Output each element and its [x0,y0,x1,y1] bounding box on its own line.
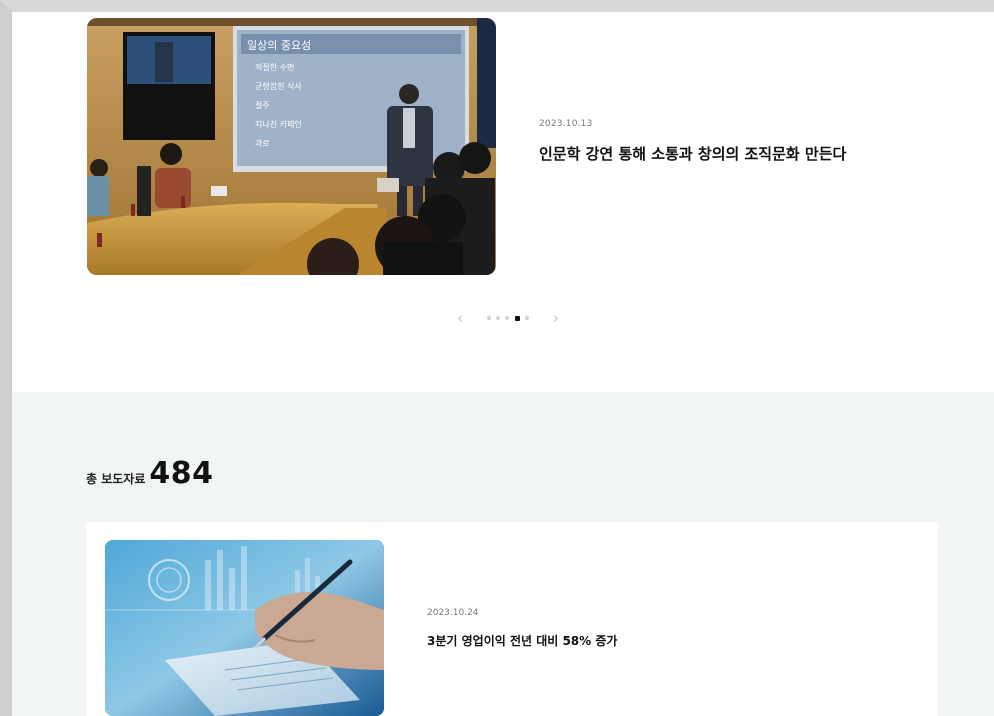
featured-slide-image[interactable]: 일상의 중요성 적절한 수면 균형잡힌 식사 절주 지나친 카페인 과로 [87,18,496,275]
pagination-dots [487,315,539,322]
screen-bullet: 과로 [255,139,270,148]
press-release-section: 총 보도자료 484 2023.10.24 3분기 영업이익 전년 대비 58%… [12,392,994,716]
carousel-pager: ‹ › [457,310,567,326]
finance-photo [105,540,384,716]
press-item-date: 2023.10.24 [427,608,479,618]
press-total: 총 보도자료 484 [86,456,214,491]
featured-carousel: 일상의 중요성 적절한 수면 균형잡힌 식사 절주 지나친 카페인 과로 202… [12,12,994,392]
pagination-dot[interactable] [496,316,500,320]
screen-bullet: 적절한 수면 [255,62,294,72]
screen-bullet: 지나친 카페인 [255,119,302,129]
browser-frame: 일상의 중요성 적절한 수면 균형잡힌 식사 절주 지나친 카페인 과로 202… [0,0,994,716]
featured-slide-date: 2023.10.13 [539,119,593,129]
pagination-dot-active[interactable] [515,315,520,321]
screen-title: 일상의 중요성 [247,38,311,52]
press-item-title[interactable]: 3분기 영업이익 전년 대비 58% 증가 [427,632,617,649]
pagination-dot[interactable] [505,316,509,320]
chevron-left-icon[interactable]: ‹ [457,310,463,326]
screen-bullet: 균형잡힌 식사 [255,81,302,91]
pagination-dot[interactable] [525,316,529,320]
press-list-item[interactable]: 2023.10.24 3분기 영업이익 전년 대비 58% 증가 [86,522,938,716]
press-total-label: 총 보도자료 [86,472,146,486]
pagination-dot[interactable] [487,316,491,320]
lecture-photo: 일상의 중요성 적절한 수면 균형잡힌 식사 절주 지나친 카페인 과로 [87,18,496,275]
screen-bullet: 절주 [255,101,270,110]
press-item-image[interactable] [105,540,384,716]
featured-slide-title[interactable]: 인문학 강연 통해 소통과 창의의 조직문화 만든다 [539,143,846,164]
chevron-right-icon[interactable]: › [553,310,559,326]
press-total-count: 484 [149,456,214,491]
